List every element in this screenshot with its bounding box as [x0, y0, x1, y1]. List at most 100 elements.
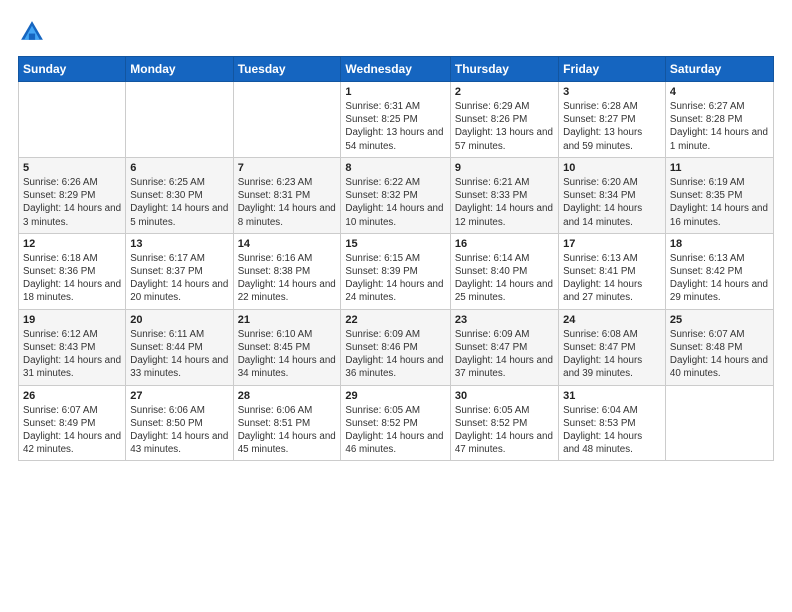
day-number: 1: [345, 86, 445, 98]
day-number: 6: [130, 162, 228, 174]
calendar-table: SundayMondayTuesdayWednesdayThursdayFrid…: [18, 56, 774, 461]
day-info: Sunrise: 6:06 AM Sunset: 8:51 PM Dayligh…: [238, 404, 337, 457]
day-number: 18: [670, 238, 769, 250]
day-cell: 3Sunrise: 6:28 AM Sunset: 8:27 PM Daylig…: [559, 82, 666, 158]
day-number: 2: [455, 86, 554, 98]
day-number: 23: [455, 314, 554, 326]
day-cell: 16Sunrise: 6:14 AM Sunset: 8:40 PM Dayli…: [450, 233, 558, 309]
day-cell: 12 Sunrise: 6:18 AM Sunset: 8:36 PM Dayli…: [19, 233, 126, 309]
day-number: 21: [238, 314, 337, 326]
day-info: Sunrise: 6:26 AM Sunset: 8:29 PM Dayligh…: [23, 176, 121, 229]
day-cell: 6 Sunrise: 6:25 AM Sunset: 8:30 PM Daylig…: [126, 157, 233, 233]
day-cell: 5 Sunrise: 6:26 AM Sunset: 8:29 PM Daylig…: [19, 157, 126, 233]
day-cell: 19 Sunrise: 6:12 AM Sunset: 8:43 PM Dayli…: [19, 309, 126, 385]
day-cell: 14 Sunrise: 6:16 AM Sunset: 8:38 PM Dayli…: [233, 233, 341, 309]
day-number: 3: [563, 86, 661, 98]
day-cell: 1Sunrise: 6:31 AM Sunset: 8:25 PM Daylig…: [341, 82, 450, 158]
day-number: 14: [238, 238, 337, 250]
day-info: Sunrise: 6:09 AM Sunset: 8:47 PM Dayligh…: [455, 328, 554, 381]
day-cell: 29Sunrise: 6:05 AM Sunset: 8:52 PM Dayli…: [341, 385, 450, 461]
day-info: Sunrise: 6:29 AM Sunset: 8:26 PM Dayligh…: [455, 100, 554, 153]
weekday-header-monday: Monday: [126, 57, 233, 82]
weekday-header-thursday: Thursday: [450, 57, 558, 82]
day-info: Sunrise: 6:12 AM Sunset: 8:43 PM Dayligh…: [23, 328, 121, 381]
day-cell: [126, 82, 233, 158]
day-info: Sunrise: 6:23 AM Sunset: 8:31 PM Dayligh…: [238, 176, 337, 229]
day-number: 19: [23, 314, 121, 326]
day-info: Sunrise: 6:11 AM Sunset: 8:44 PM Dayligh…: [130, 328, 228, 381]
day-number: 31: [563, 390, 661, 402]
day-cell: 7 Sunrise: 6:23 AM Sunset: 8:31 PM Daylig…: [233, 157, 341, 233]
day-number: 5: [23, 162, 121, 174]
day-number: 13: [130, 238, 228, 250]
weekday-header-friday: Friday: [559, 57, 666, 82]
day-cell: 2 Sunrise: 6:29 AM Sunset: 8:26 PM Daylig…: [450, 82, 558, 158]
day-info: Sunrise: 6:27 AM Sunset: 8:28 PM Dayligh…: [670, 100, 769, 153]
day-info: Sunrise: 6:08 AM Sunset: 8:47 PM Dayligh…: [563, 328, 661, 381]
day-cell: 31 Sunrise: 6:04 AM Sunset: 8:53 PM Dayli…: [559, 385, 666, 461]
header: [18, 18, 774, 46]
week-row-1: 1Sunrise: 6:31 AM Sunset: 8:25 PM Daylig…: [19, 82, 774, 158]
day-info: Sunrise: 6:06 AM Sunset: 8:50 PM Dayligh…: [130, 404, 228, 457]
weekday-header-sunday: Sunday: [19, 57, 126, 82]
day-cell: 20 Sunrise: 6:11 AM Sunset: 8:44 PM Dayli…: [126, 309, 233, 385]
day-info: Sunrise: 6:13 AM Sunset: 8:41 PM Dayligh…: [563, 252, 661, 305]
day-info: Sunrise: 6:07 AM Sunset: 8:49 PM Dayligh…: [23, 404, 121, 457]
day-cell: 15 Sunrise: 6:15 AM Sunset: 8:39 PM Dayli…: [341, 233, 450, 309]
day-number: 4: [670, 86, 769, 98]
weekday-header-wednesday: Wednesday: [341, 57, 450, 82]
day-number: 9: [455, 162, 554, 174]
day-info: Sunrise: 6:20 AM Sunset: 8:34 PM Dayligh…: [563, 176, 661, 229]
day-info: Sunrise: 6:22 AM Sunset: 8:32 PM Dayligh…: [345, 176, 445, 229]
day-number: 16: [455, 238, 554, 250]
day-cell: 4 Sunrise: 6:27 AM Sunset: 8:28 PM Daylig…: [665, 82, 773, 158]
day-info: Sunrise: 6:15 AM Sunset: 8:39 PM Dayligh…: [345, 252, 445, 305]
day-info: Sunrise: 6:04 AM Sunset: 8:53 PM Dayligh…: [563, 404, 661, 457]
day-info: Sunrise: 6:18 AM Sunset: 8:36 PM Dayligh…: [23, 252, 121, 305]
day-number: 30: [455, 390, 554, 402]
day-cell: 8Sunrise: 6:22 AM Sunset: 8:32 PM Daylig…: [341, 157, 450, 233]
day-info: Sunrise: 6:13 AM Sunset: 8:42 PM Dayligh…: [670, 252, 769, 305]
week-row-2: 5 Sunrise: 6:26 AM Sunset: 8:29 PM Daylig…: [19, 157, 774, 233]
weekday-header-saturday: Saturday: [665, 57, 773, 82]
logo-icon: [18, 18, 46, 46]
day-number: 11: [670, 162, 769, 174]
day-cell: 18 Sunrise: 6:13 AM Sunset: 8:42 PM Dayli…: [665, 233, 773, 309]
day-number: 15: [345, 238, 445, 250]
day-info: Sunrise: 6:25 AM Sunset: 8:30 PM Dayligh…: [130, 176, 228, 229]
logo: [18, 18, 48, 46]
day-number: 7: [238, 162, 337, 174]
day-cell: 13 Sunrise: 6:17 AM Sunset: 8:37 PM Dayli…: [126, 233, 233, 309]
day-cell: [19, 82, 126, 158]
day-cell: 27 Sunrise: 6:06 AM Sunset: 8:50 PM Dayli…: [126, 385, 233, 461]
day-cell: 21Sunrise: 6:10 AM Sunset: 8:45 PM Dayli…: [233, 309, 341, 385]
weekday-header-tuesday: Tuesday: [233, 57, 341, 82]
day-number: 10: [563, 162, 661, 174]
day-cell: 23 Sunrise: 6:09 AM Sunset: 8:47 PM Dayli…: [450, 309, 558, 385]
day-number: 12: [23, 238, 121, 250]
day-number: 26: [23, 390, 121, 402]
day-number: 17: [563, 238, 661, 250]
week-row-4: 19 Sunrise: 6:12 AM Sunset: 8:43 PM Dayli…: [19, 309, 774, 385]
week-row-3: 12 Sunrise: 6:18 AM Sunset: 8:36 PM Dayli…: [19, 233, 774, 309]
day-cell: 9 Sunrise: 6:21 AM Sunset: 8:33 PM Daylig…: [450, 157, 558, 233]
day-number: 27: [130, 390, 228, 402]
day-info: Sunrise: 6:19 AM Sunset: 8:35 PM Dayligh…: [670, 176, 769, 229]
week-row-5: 26 Sunrise: 6:07 AM Sunset: 8:49 PM Dayli…: [19, 385, 774, 461]
day-cell: 10 Sunrise: 6:20 AM Sunset: 8:34 PM Dayli…: [559, 157, 666, 233]
day-number: 20: [130, 314, 228, 326]
day-info: Sunrise: 6:21 AM Sunset: 8:33 PM Dayligh…: [455, 176, 554, 229]
day-cell: 28 Sunrise: 6:06 AM Sunset: 8:51 PM Dayli…: [233, 385, 341, 461]
day-number: 28: [238, 390, 337, 402]
day-info: Sunrise: 6:05 AM Sunset: 8:52 PM Dayligh…: [455, 404, 554, 457]
day-cell: 25Sunrise: 6:07 AM Sunset: 8:48 PM Dayli…: [665, 309, 773, 385]
day-info: Sunrise: 6:17 AM Sunset: 8:37 PM Dayligh…: [130, 252, 228, 305]
day-number: 24: [563, 314, 661, 326]
day-cell: 26 Sunrise: 6:07 AM Sunset: 8:49 PM Dayli…: [19, 385, 126, 461]
day-cell: [665, 385, 773, 461]
day-info: Sunrise: 6:09 AM Sunset: 8:46 PM Dayligh…: [345, 328, 445, 381]
day-cell: 24 Sunrise: 6:08 AM Sunset: 8:47 PM Dayli…: [559, 309, 666, 385]
weekday-header-row: SundayMondayTuesdayWednesdayThursdayFrid…: [19, 57, 774, 82]
day-info: Sunrise: 6:16 AM Sunset: 8:38 PM Dayligh…: [238, 252, 337, 305]
day-cell: [233, 82, 341, 158]
